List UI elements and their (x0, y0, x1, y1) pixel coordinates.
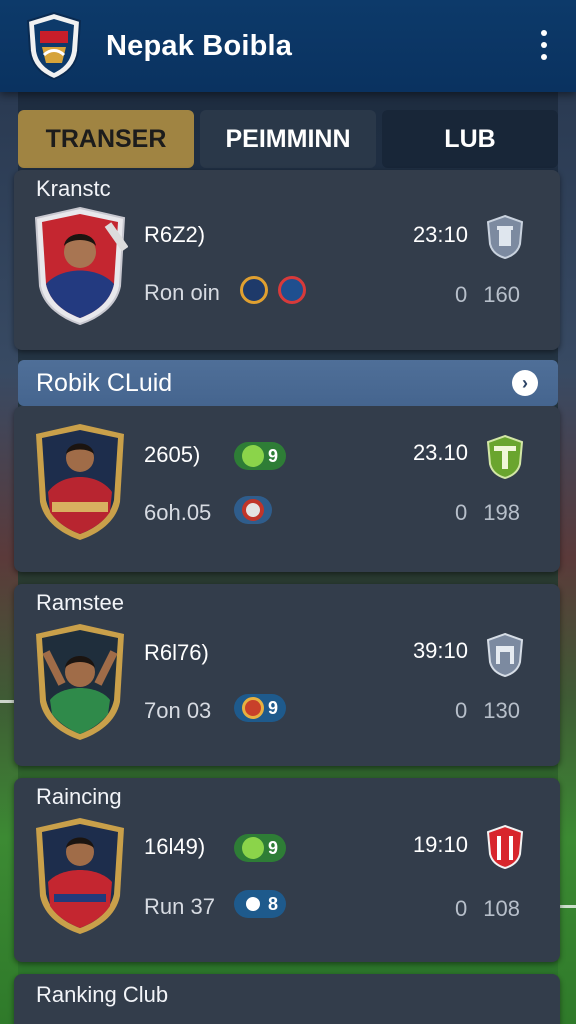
ranking-club-card[interactable]: Ranking Club (14, 974, 560, 1024)
app-title: Nepak Boibla (106, 29, 293, 62)
player-portrait-icon (36, 818, 124, 934)
card-header: Raincing (36, 784, 122, 809)
club-badge-value: 8 (268, 893, 279, 914)
club-logo-icon[interactable] (24, 11, 84, 81)
club-badge-icon (242, 697, 264, 719)
player-rating: R6l76) (144, 640, 209, 665)
green-shield-crest-icon (486, 434, 524, 480)
tab-premium[interactable]: PEIMMINN (200, 110, 376, 168)
tab-transfer[interactable]: TRANSER (18, 110, 194, 168)
player-stat: 0 108 (454, 896, 520, 921)
player-card[interactable]: 2605) 9 6oh.05 23.10 0 198 (14, 406, 560, 572)
player-stat: 0 198 (454, 500, 520, 525)
card-header: Ramstee (36, 590, 125, 615)
player-rating: 2605) (144, 442, 201, 467)
club-badge-icon (278, 276, 306, 304)
player-rating: 16l49) (144, 834, 206, 859)
player-portrait-icon (34, 206, 128, 326)
club-badge: 9 (234, 694, 287, 722)
card-header: Ranking Club (36, 982, 169, 1007)
player-position: Run 37 (144, 894, 215, 919)
club-badge-icon (240, 276, 268, 304)
player-card[interactable]: Ramstee R6l76) 7on 03 9 39:10 0 130 (14, 584, 560, 766)
club-badge: 8 (234, 890, 287, 918)
club-badge-icon (242, 893, 264, 915)
player-card[interactable]: Raincing 16l49) 9 Run 37 8 19:10 0 108 (14, 778, 560, 962)
leaf-icon (242, 837, 264, 859)
form-value: 9 (268, 445, 279, 466)
player-position: Ron oin (144, 280, 220, 305)
red-striped-crest-icon (486, 824, 524, 870)
match-time: 19:10 (412, 832, 468, 857)
match-time: 23.10 (412, 440, 468, 465)
club-badge (234, 496, 272, 524)
club-badge-value: 9 (268, 697, 279, 718)
grey-tower-crest-icon (486, 214, 524, 260)
player-portrait-icon (36, 424, 124, 540)
player-position: 7on 03 (144, 698, 212, 723)
more-options-icon[interactable] (540, 30, 548, 60)
form-badge: 9 (234, 834, 287, 862)
leaf-icon (242, 445, 264, 467)
match-time: 23:10 (412, 222, 468, 247)
section-header[interactable]: Robik CLuid › (18, 360, 558, 406)
section-title: Robik CLuid (36, 368, 173, 397)
card-header: Kranstc (36, 176, 111, 201)
club-badge-icon (242, 499, 264, 521)
chevron-right-icon[interactable]: › (512, 370, 538, 396)
form-badge: 9 (234, 442, 287, 470)
player-stat: 0 160 (454, 282, 520, 307)
tab-bar: TRANSER PEIMMINN LUB (18, 110, 558, 168)
form-value: 9 (268, 837, 279, 858)
player-portrait-icon (36, 624, 124, 740)
pitch-line (558, 905, 576, 908)
tab-club[interactable]: LUB (382, 110, 558, 168)
match-time: 39:10 (412, 638, 468, 663)
player-rating: R6Z2) (144, 222, 206, 247)
app-header: Nepak Boibla (0, 0, 576, 92)
player-position: 6oh.05 (144, 500, 212, 525)
grey-castle-crest-icon (486, 632, 524, 678)
player-stat: 0 130 (454, 698, 520, 723)
stadium-background-right (558, 92, 576, 1024)
player-card[interactable]: Kranstc R6Z2) Ron oin 23:10 0 160 (14, 170, 560, 350)
